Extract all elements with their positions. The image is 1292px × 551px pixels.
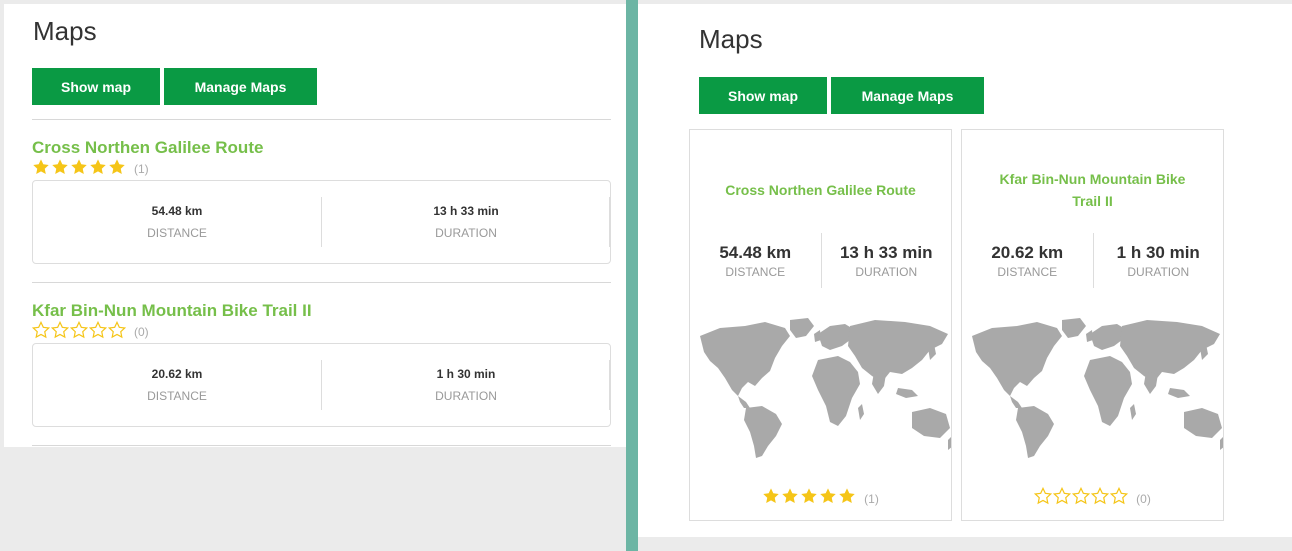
distance-value: 20.62 km [151,367,203,381]
manage-maps-button[interactable]: Manage Maps [831,77,984,114]
star-filled-icon[interactable] [800,487,819,510]
star-outline-icon[interactable] [1034,487,1053,510]
distance-stat: 54.48 km DISTANCE [33,181,321,263]
star-outline-icon[interactable] [1053,487,1072,510]
duration-value: 13 h 33 min [839,242,933,262]
distance-value: 54.48 km [719,242,792,262]
rating: (0) [32,321,612,343]
duration-label: DURATION [435,226,497,240]
route-name-link[interactable]: Kfar Bin-Nun Mountain Bike Trail II [962,168,1223,212]
duration-value: 1 h 30 min [436,367,496,381]
world-map-icon[interactable] [690,316,952,461]
star-outline-icon[interactable] [1091,487,1110,510]
duration-stat: 1 h 30 min DURATION [1093,233,1223,288]
route-list-item: Kfar Bin-Nun Mountain Bike Trail II (0) … [32,301,612,427]
route-stats: 20.62 km DISTANCE 1 h 30 min DURATION [32,343,611,427]
route-name-link[interactable]: Cross Northen Galilee Route [690,179,951,201]
duration-stat: 13 h 33 min DURATION [821,233,951,288]
star-filled-icon[interactable] [32,158,51,181]
route-card[interactable]: Kfar Bin-Nun Mountain Bike Trail II 20.6… [961,129,1224,521]
distance-value: 20.62 km [991,242,1064,262]
star-filled-icon[interactable] [762,487,781,510]
star-outline-icon[interactable] [51,321,70,344]
rating-count: (0) [1136,491,1151,506]
star-outline-icon[interactable] [89,321,108,344]
distance-label: DISTANCE [147,226,207,240]
star-filled-icon[interactable] [89,158,108,181]
stat-divider [821,233,822,288]
distance-stat: 20.62 km DISTANCE [33,344,321,426]
page-title: Maps [699,24,763,54]
star-outline-icon[interactable] [1072,487,1091,510]
route-name-link[interactable]: Cross Northen Galilee Route [32,138,612,158]
route-stats: 54.48 km DISTANCE 13 h 33 min DURATION [32,180,611,264]
rating-count: (1) [134,162,149,176]
card-view-panel: Maps Show map Manage Maps Cross Northen … [638,4,1292,537]
show-map-button[interactable]: Show map [32,68,160,105]
route-list-item: Cross Northen Galilee Route (1) 54.48 km… [32,138,612,264]
distance-stat: 54.48 km DISTANCE [690,233,821,288]
star-outline-icon[interactable] [70,321,89,344]
distance-label: DISTANCE [725,264,786,279]
route-card[interactable]: Cross Northen Galilee Route 54.48 km DIS… [689,129,952,521]
duration-stat: 13 h 33 min DURATION [322,181,610,263]
duration-stat: 1 h 30 min DURATION [322,344,610,426]
star-outline-icon[interactable] [1110,487,1129,510]
duration-label: DURATION [1127,264,1190,279]
star-outline-icon[interactable] [108,321,127,344]
rating-count: (1) [864,491,879,506]
duration-value: 1 h 30 min [1116,242,1200,262]
route-name-link[interactable]: Kfar Bin-Nun Mountain Bike Trail II [32,301,612,321]
distance-stat: 20.62 km DISTANCE [962,233,1093,288]
rating: (1) [690,487,951,510]
panel-splitter[interactable] [626,0,638,551]
rating-count: (0) [134,325,149,339]
star-filled-icon[interactable] [819,487,838,510]
page-background [638,537,1292,551]
divider [32,282,611,283]
distance-value: 54.48 km [151,204,203,218]
star-filled-icon[interactable] [51,158,70,181]
duration-label: DURATION [855,264,918,279]
stat-divider [609,197,610,247]
star-filled-icon[interactable] [70,158,89,181]
star-filled-icon[interactable] [838,487,857,510]
list-view-panel: Maps Show map Manage Maps Cross Northen … [4,4,626,447]
stat-divider [609,360,610,410]
divider [32,119,611,120]
star-outline-icon[interactable] [32,321,51,344]
distance-label: DISTANCE [997,264,1058,279]
manage-maps-button[interactable]: Manage Maps [164,68,317,105]
star-filled-icon[interactable] [108,158,127,181]
stat-divider [1093,233,1094,288]
duration-label: DURATION [435,389,497,403]
rating: (0) [962,487,1223,510]
star-filled-icon[interactable] [781,487,800,510]
divider [32,445,611,446]
show-map-button[interactable]: Show map [699,77,827,114]
rating: (1) [32,158,612,180]
duration-value: 13 h 33 min [433,204,499,218]
page-title: Maps [33,16,97,46]
distance-label: DISTANCE [147,389,207,403]
world-map-icon[interactable] [962,316,1224,461]
